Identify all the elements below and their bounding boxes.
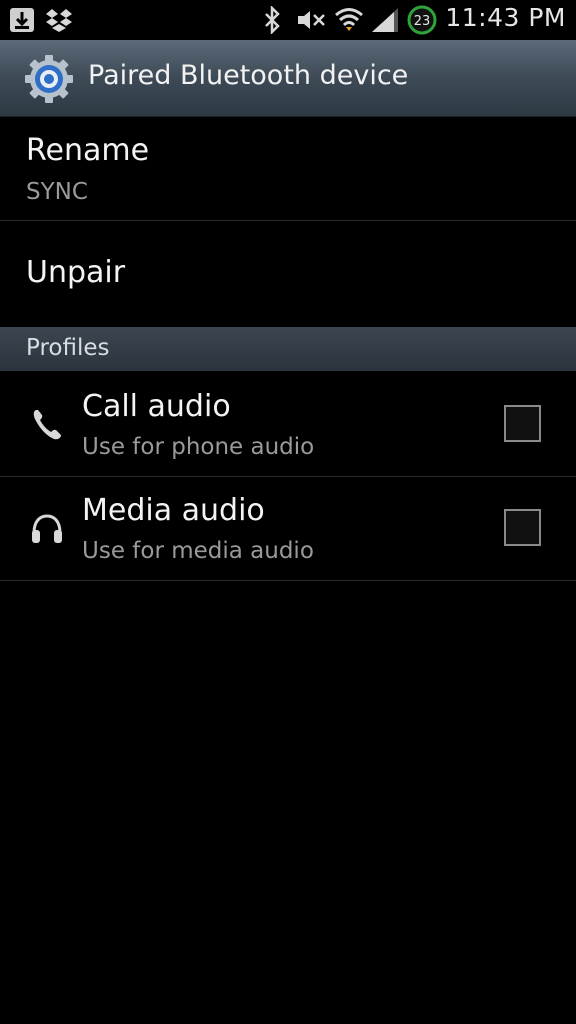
unpair-item[interactable]: Unpair [0,221,576,327]
headphones-icon [32,514,62,543]
phone-icon [33,410,61,440]
wifi-icon [335,8,363,31]
unpair-title: Unpair [26,255,126,290]
signal-icon [372,8,398,32]
call-audio-title: Call audio [82,389,231,424]
status-bar: 23 11:43 PM [0,0,576,40]
rename-title: Rename [26,133,150,168]
title-bar: Paired Bluetooth device [0,40,576,117]
media-audio-subtitle: Use for media audio [82,538,314,564]
profiles-section-header: Profiles [0,327,576,371]
device-name-value: SYNC [26,179,88,205]
bluetooth-icon [265,6,280,34]
profiles-header-label: Profiles [26,335,110,361]
media-audio-checkbox[interactable] [504,509,541,546]
status-time: 11:43 PM [445,3,566,32]
rename-item[interactable]: Rename SYNC [0,117,576,221]
battery-level-text: 23 [414,14,431,29]
media-audio-title: Media audio [82,493,265,528]
media-audio-item[interactable]: Media audio Use for media audio [0,477,576,581]
call-audio-checkbox[interactable] [504,405,541,442]
call-audio-item[interactable]: Call audio Use for phone audio [0,371,576,477]
mute-icon [298,11,325,29]
settings-gear-icon [25,55,73,103]
call-audio-subtitle: Use for phone audio [82,434,315,460]
download-icon [10,8,34,32]
dropbox-icon [46,9,72,32]
battery-icon: 23 [407,5,437,35]
page-title: Paired Bluetooth device [88,60,409,91]
